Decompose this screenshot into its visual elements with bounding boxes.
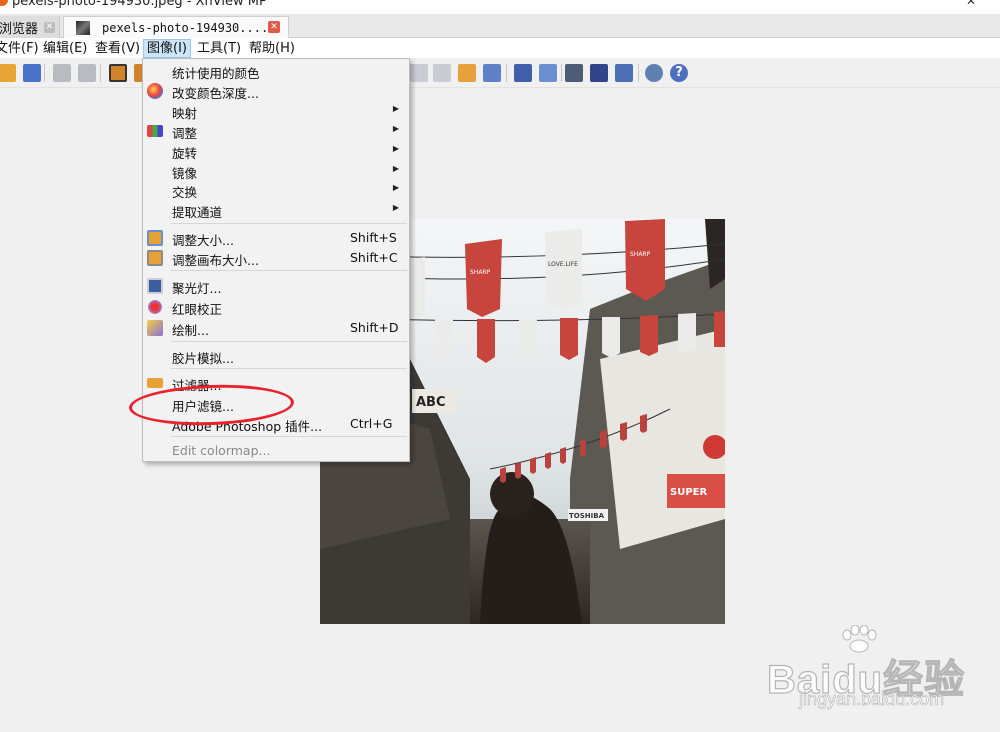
menu-separator [171,436,407,437]
redo-icon[interactable] [78,64,96,82]
fullscreen-icon[interactable] [514,64,532,82]
banner-text: SHARP [470,269,491,276]
draw-icon [147,320,163,336]
crop-icon[interactable] [109,64,127,82]
toolbar-separator [561,64,562,82]
menu-red-eye[interactable]: 红眼校正 [143,297,409,317]
menu-count-colors[interactable]: 统计使用的颜色 [143,61,409,81]
compare-icon[interactable] [483,64,501,82]
menu-draw[interactable]: 绘制... Shift+D [143,318,409,338]
submenu-arrow-icon: ▶ [392,164,399,173]
sign-text: SUPER [670,487,707,498]
tab-bar: 浏览器 ✕ pexels-photo-194930.... ✕ [0,14,1000,38]
tab-photo[interactable]: pexels-photo-194930.... ✕ [63,16,289,38]
photo-thumbnail-icon [76,20,90,35]
undo-icon[interactable] [53,64,71,82]
rotate-left-icon[interactable] [410,64,428,82]
banner-text: SHARP [630,251,651,258]
menu-extract-channel[interactable]: 提取通道 ▶ [143,200,409,220]
color-depth-icon [147,83,163,99]
close-tab-icon[interactable]: ✕ [44,21,56,33]
tab-label: 浏览器 [0,21,39,37]
menu-spotlight[interactable]: 聚光灯... [143,276,409,296]
canvas-size-icon [147,250,163,266]
window-title: pexels-photo-194930.jpeg - XnView MP [12,0,267,9]
watermark-site: jingyan.baidu.com [799,689,945,710]
close-tab-icon[interactable]: ✕ [268,21,280,33]
adjust-icon [147,125,163,137]
app-icon [0,0,8,6]
menu-tools[interactable]: 工具(T) [194,39,244,58]
menu-separator [171,368,407,369]
filter-icon [147,378,163,388]
menu-separator [171,341,407,342]
toolbar-separator [100,64,101,82]
submenu-arrow-icon: ▶ [392,203,399,212]
spotlight-icon [147,278,163,294]
capture-icon[interactable] [615,64,633,82]
menu-adjust[interactable]: 调整 ▶ [143,121,409,141]
baidu-watermark: Baidu经验 jingyan.baidu.com [766,625,987,715]
toolbar-separator [638,64,639,82]
menu-film-simulation[interactable]: 胶片模拟... [143,346,409,366]
slideshow-icon[interactable] [458,64,476,82]
submenu-arrow-icon: ▶ [392,104,399,113]
menu-rotate[interactable]: 旋转 ▶ [143,141,409,161]
menu-separator [171,270,407,271]
help-icon[interactable]: ? [670,64,688,82]
title-bar: pexels-photo-194930.jpeg - XnView MP ✕ [0,0,1000,14]
menu-file[interactable]: 文件(F) [0,39,42,58]
menu-resize[interactable]: 调整大小... Shift+S [143,228,409,248]
menu-edit[interactable]: 编辑(E) [40,39,90,58]
menu-edit-colormap: Edit colormap... [172,443,271,458]
toolbar-separator [44,64,45,82]
menu-swap[interactable]: 交换 ▶ [143,180,409,200]
menu-change-color-depth[interactable]: 改变颜色深度... [143,81,409,101]
sign-text: TOSHIBA [569,512,605,520]
close-window-icon[interactable]: ✕ [966,0,976,8]
rotate-right-icon[interactable] [433,64,451,82]
menu-mirror[interactable]: 镜像 ▶ [143,161,409,181]
red-eye-icon [147,299,163,315]
sign-text: ABC [416,395,446,410]
resize-icon [147,230,163,246]
menu-canvas-size[interactable]: 调整画布大小... Shift+C [143,248,409,268]
edit-icon[interactable] [539,64,557,82]
settings-gear-icon[interactable] [645,64,663,82]
menu-help[interactable]: 帮助(H) [246,39,298,58]
menu-map[interactable]: 映射 ▶ [143,101,409,121]
menu-bar: 文件(F) 编辑(E) 查看(V) 图像(I) 工具(T) 帮助(H) [0,38,1000,58]
open-folder-icon[interactable] [0,64,16,82]
banner-text: LOVE.LIFE [548,261,578,268]
submenu-arrow-icon: ▶ [392,183,399,192]
tab-label: pexels-photo-194930.... [102,20,269,35]
scan-icon[interactable] [590,64,608,82]
submenu-arrow-icon: ▶ [392,124,399,133]
menu-separator [171,223,407,224]
submenu-arrow-icon: ▶ [392,144,399,153]
menu-view[interactable]: 查看(V) [92,39,143,58]
save-icon[interactable] [23,64,41,82]
toolbar-separator [506,64,507,82]
menu-image[interactable]: 图像(I) [143,39,191,58]
tab-browser[interactable]: 浏览器 ✕ [0,16,60,38]
print-icon[interactable] [565,64,583,82]
